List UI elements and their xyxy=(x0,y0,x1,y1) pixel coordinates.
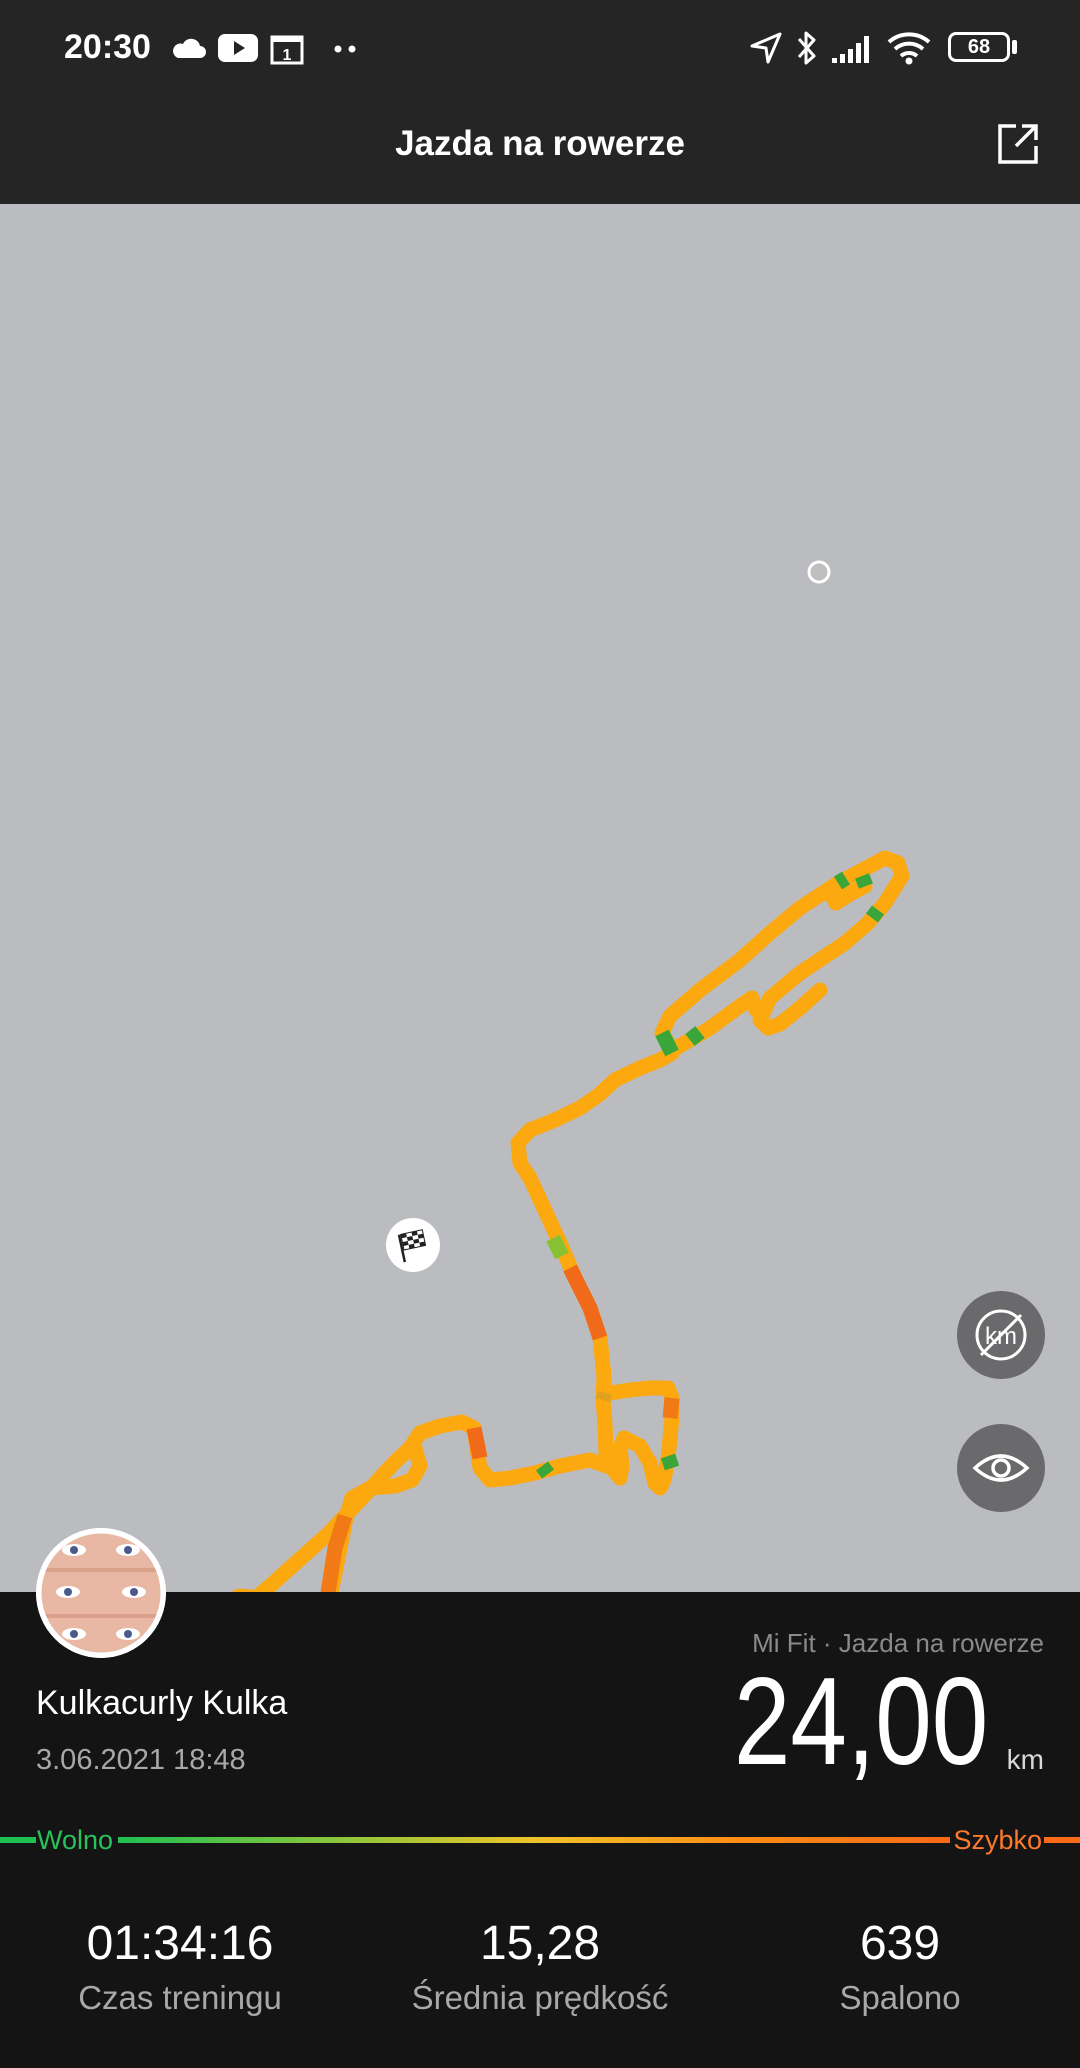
app-bar: Jazda na rowerze xyxy=(0,100,1080,204)
calendar-icon: 1 xyxy=(270,35,304,65)
hide-km-markers-button[interactable]: km xyxy=(957,1291,1045,1379)
battery-icon: 68 xyxy=(948,32,1010,62)
avatar-image xyxy=(36,1528,166,1658)
stat-label: Spalono xyxy=(839,1979,961,2016)
status-bar: 20:30 1 68 xyxy=(0,0,1080,100)
fast-label: Szybko xyxy=(953,1825,1042,1855)
visibility-button[interactable] xyxy=(957,1424,1045,1512)
battery-level: 68 xyxy=(967,36,991,58)
cloud-icon xyxy=(173,38,206,58)
finish-flag-icon xyxy=(386,1218,440,1272)
stat-value: 01:34:16 xyxy=(86,1917,274,1970)
location-icon xyxy=(750,32,782,64)
distance-value: 24,00 xyxy=(733,1653,988,1791)
svg-text:1: 1 xyxy=(283,47,292,64)
route-line xyxy=(230,850,910,1592)
start-point-icon xyxy=(807,560,831,584)
speed-bar-right xyxy=(1044,1837,1080,1843)
avatar[interactable] xyxy=(36,1528,166,1658)
status-time: 20:30 xyxy=(64,28,151,66)
stat-label: Czas treningu xyxy=(78,1979,282,2016)
stat-label: Średnia prędkość xyxy=(411,1979,669,2016)
hide-km-markers-icon: km xyxy=(975,1309,1027,1361)
youtube-icon xyxy=(218,34,258,62)
distance-unit: km xyxy=(1006,1744,1044,1775)
speed-gradient xyxy=(118,1837,950,1843)
stat-workout-time: 01:34:16 Czas treningu xyxy=(0,1916,360,2020)
speed-gradient-bar xyxy=(0,1837,1080,1845)
route-map[interactable]: km xyxy=(0,204,1080,1592)
stat-calories: 639 Spalono xyxy=(720,1916,1080,2020)
visibility-eye-icon xyxy=(972,1454,1030,1482)
user-name: Kulkacurly Kulka xyxy=(36,1684,288,1722)
wifi-icon xyxy=(887,32,931,65)
signal-icon xyxy=(832,36,869,63)
page-title: Jazda na rowerze xyxy=(395,124,685,163)
stat-value: 15,28 xyxy=(479,1917,601,1970)
more-dots-icon xyxy=(334,45,356,53)
workout-date: 3.06.2021 18:48 xyxy=(36,1744,246,1776)
speed-bar-left xyxy=(0,1837,36,1843)
share-icon[interactable] xyxy=(994,120,1042,168)
slow-label: Wolno xyxy=(37,1825,114,1855)
battery-tip xyxy=(1012,40,1017,54)
stat-value: 639 xyxy=(859,1917,941,1970)
bluetooth-icon xyxy=(797,31,816,65)
stat-average-speed: 15,28 Średnia prędkość xyxy=(360,1916,720,2020)
